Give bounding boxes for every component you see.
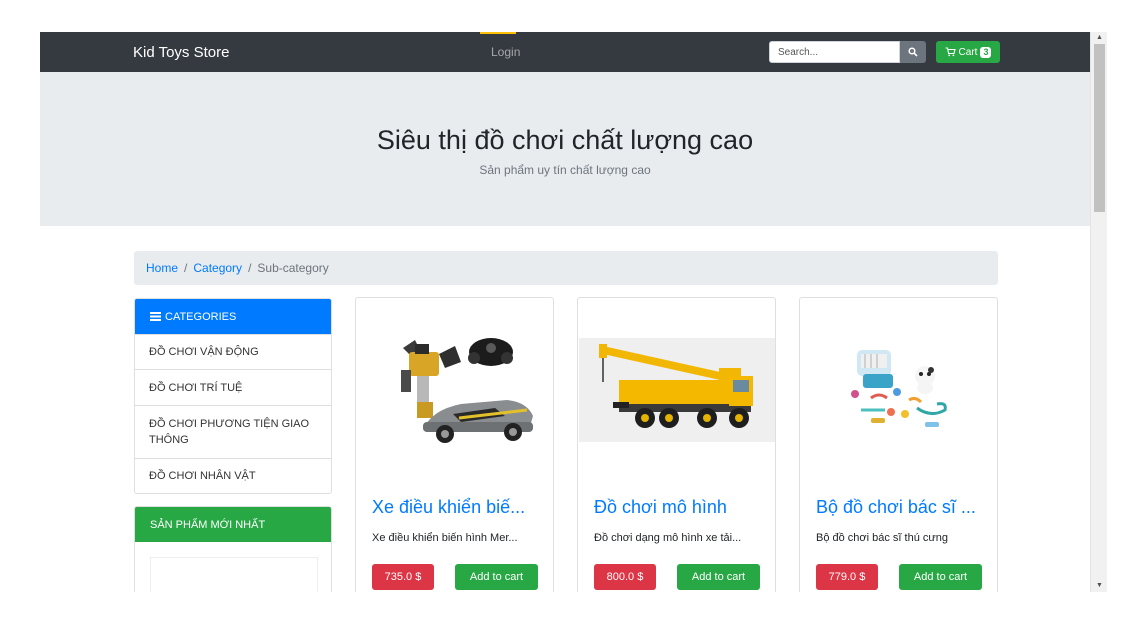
- search-button[interactable]: [900, 41, 926, 63]
- crane-truck-image[interactable]: [579, 318, 775, 458]
- scroll-down-arrow-icon[interactable]: ▼: [1091, 580, 1108, 592]
- login-accent-bar: [480, 32, 516, 34]
- product-price: 800.0 $: [594, 564, 656, 590]
- add-to-cart-button[interactable]: Add to cart: [455, 564, 538, 590]
- brand-logo[interactable]: Kid Toys Store: [133, 44, 229, 61]
- product-price: 735.0 $: [372, 564, 434, 590]
- product-price: 779.0 $: [816, 564, 878, 590]
- add-to-cart-button[interactable]: Add to cart: [677, 564, 760, 590]
- cart-label: Cart: [958, 46, 978, 58]
- new-products-header: SẢN PHẨM MỚI NHẤT: [135, 507, 331, 542]
- categories-header: CATEGORIES: [135, 299, 331, 334]
- login-link[interactable]: Login: [491, 45, 520, 59]
- hero-subtitle: Sản phẩm uy tín chất lượng cao: [479, 163, 651, 177]
- search-input[interactable]: [769, 41, 900, 63]
- cart-count-badge: 3: [980, 46, 992, 58]
- product-description: Đồ chơi dạng mô hình xe tải...: [594, 532, 742, 544]
- hero-title: Siêu thị đồ chơi chất lượng cao: [376, 125, 754, 155]
- pet-doctor-set-image[interactable]: [801, 318, 997, 458]
- add-to-cart-button[interactable]: Add to cart: [899, 564, 982, 590]
- new-products-body: [150, 557, 318, 592]
- category-item-nhan-vat[interactable]: ĐỒ CHƠI NHÂN VẬT: [135, 458, 331, 493]
- category-item-van-dong[interactable]: ĐỒ CHƠI VẬN ĐỘNG: [135, 334, 331, 369]
- vertical-scrollbar[interactable]: ▲ ▼: [1090, 32, 1107, 592]
- product-description: Bộ đồ chơi bác sĩ thú cưng: [816, 532, 948, 544]
- list-icon: [150, 312, 161, 321]
- page: Kid Toys Store Login Cart 3 Siêu thị đồ …: [40, 32, 1090, 592]
- breadcrumb-separator: /: [184, 261, 188, 275]
- breadcrumb: Home / Category / Sub-category: [134, 251, 998, 285]
- search-icon: [908, 47, 918, 57]
- cart-button[interactable]: Cart 3: [936, 41, 1000, 63]
- product-description: Xe điều khiển biến hình Mer...: [372, 532, 518, 544]
- breadcrumb-current: Sub-category: [257, 261, 329, 275]
- product-title[interactable]: Đồ chơi mô hình: [594, 497, 770, 518]
- new-products-panel: SẢN PHẨM MỚI NHẤT: [134, 506, 332, 592]
- breadcrumb-category[interactable]: Category: [193, 261, 242, 275]
- category-item-tri-tue[interactable]: ĐỒ CHƠI TRÍ TUỆ: [135, 369, 331, 405]
- product-title[interactable]: Bộ đồ chơi bác sĩ ...: [816, 497, 992, 518]
- category-item-phuong-tien[interactable]: ĐỒ CHƠI PHƯƠNG TIỆN GIAO THÔNG: [135, 405, 331, 458]
- product-card: Bộ đồ chơi bác sĩ ... Bộ đồ chơi bác sĩ …: [799, 297, 998, 592]
- breadcrumb-home[interactable]: Home: [146, 261, 178, 275]
- category-item-label: ĐỒ CHƠI PHƯƠNG TIỆN GIAO THÔNG: [149, 418, 310, 446]
- transforming-robot-car-image[interactable]: [357, 318, 553, 458]
- categories-header-label: CATEGORIES: [165, 310, 237, 323]
- product-card: Đồ chơi mô hình Đồ chơi dạng mô hình xe …: [577, 297, 776, 592]
- navbar: Kid Toys Store Login Cart 3: [40, 32, 1090, 72]
- scroll-up-arrow-icon[interactable]: ▲: [1091, 32, 1108, 44]
- cart-icon: [945, 47, 956, 57]
- category-item-label: ĐỒ CHƠI VẬN ĐỘNG: [149, 346, 259, 358]
- breadcrumb-separator: /: [248, 261, 252, 275]
- categories-panel: CATEGORIES ĐỒ CHƠI VẬN ĐỘNG ĐỒ CHƠI TRÍ …: [134, 298, 332, 494]
- category-item-label: ĐỒ CHƠI NHÂN VẬT: [149, 470, 256, 482]
- scrollbar-thumb[interactable]: [1094, 44, 1105, 212]
- category-item-label: ĐỒ CHƠI TRÍ TUỆ: [149, 381, 243, 394]
- hero-banner: Siêu thị đồ chơi chất lượng cao Sản phẩm…: [40, 72, 1090, 226]
- product-title[interactable]: Xe điều khiển biế...: [372, 497, 548, 518]
- product-card: Xe điều khiển biế... Xe điều khiển biến …: [355, 297, 554, 592]
